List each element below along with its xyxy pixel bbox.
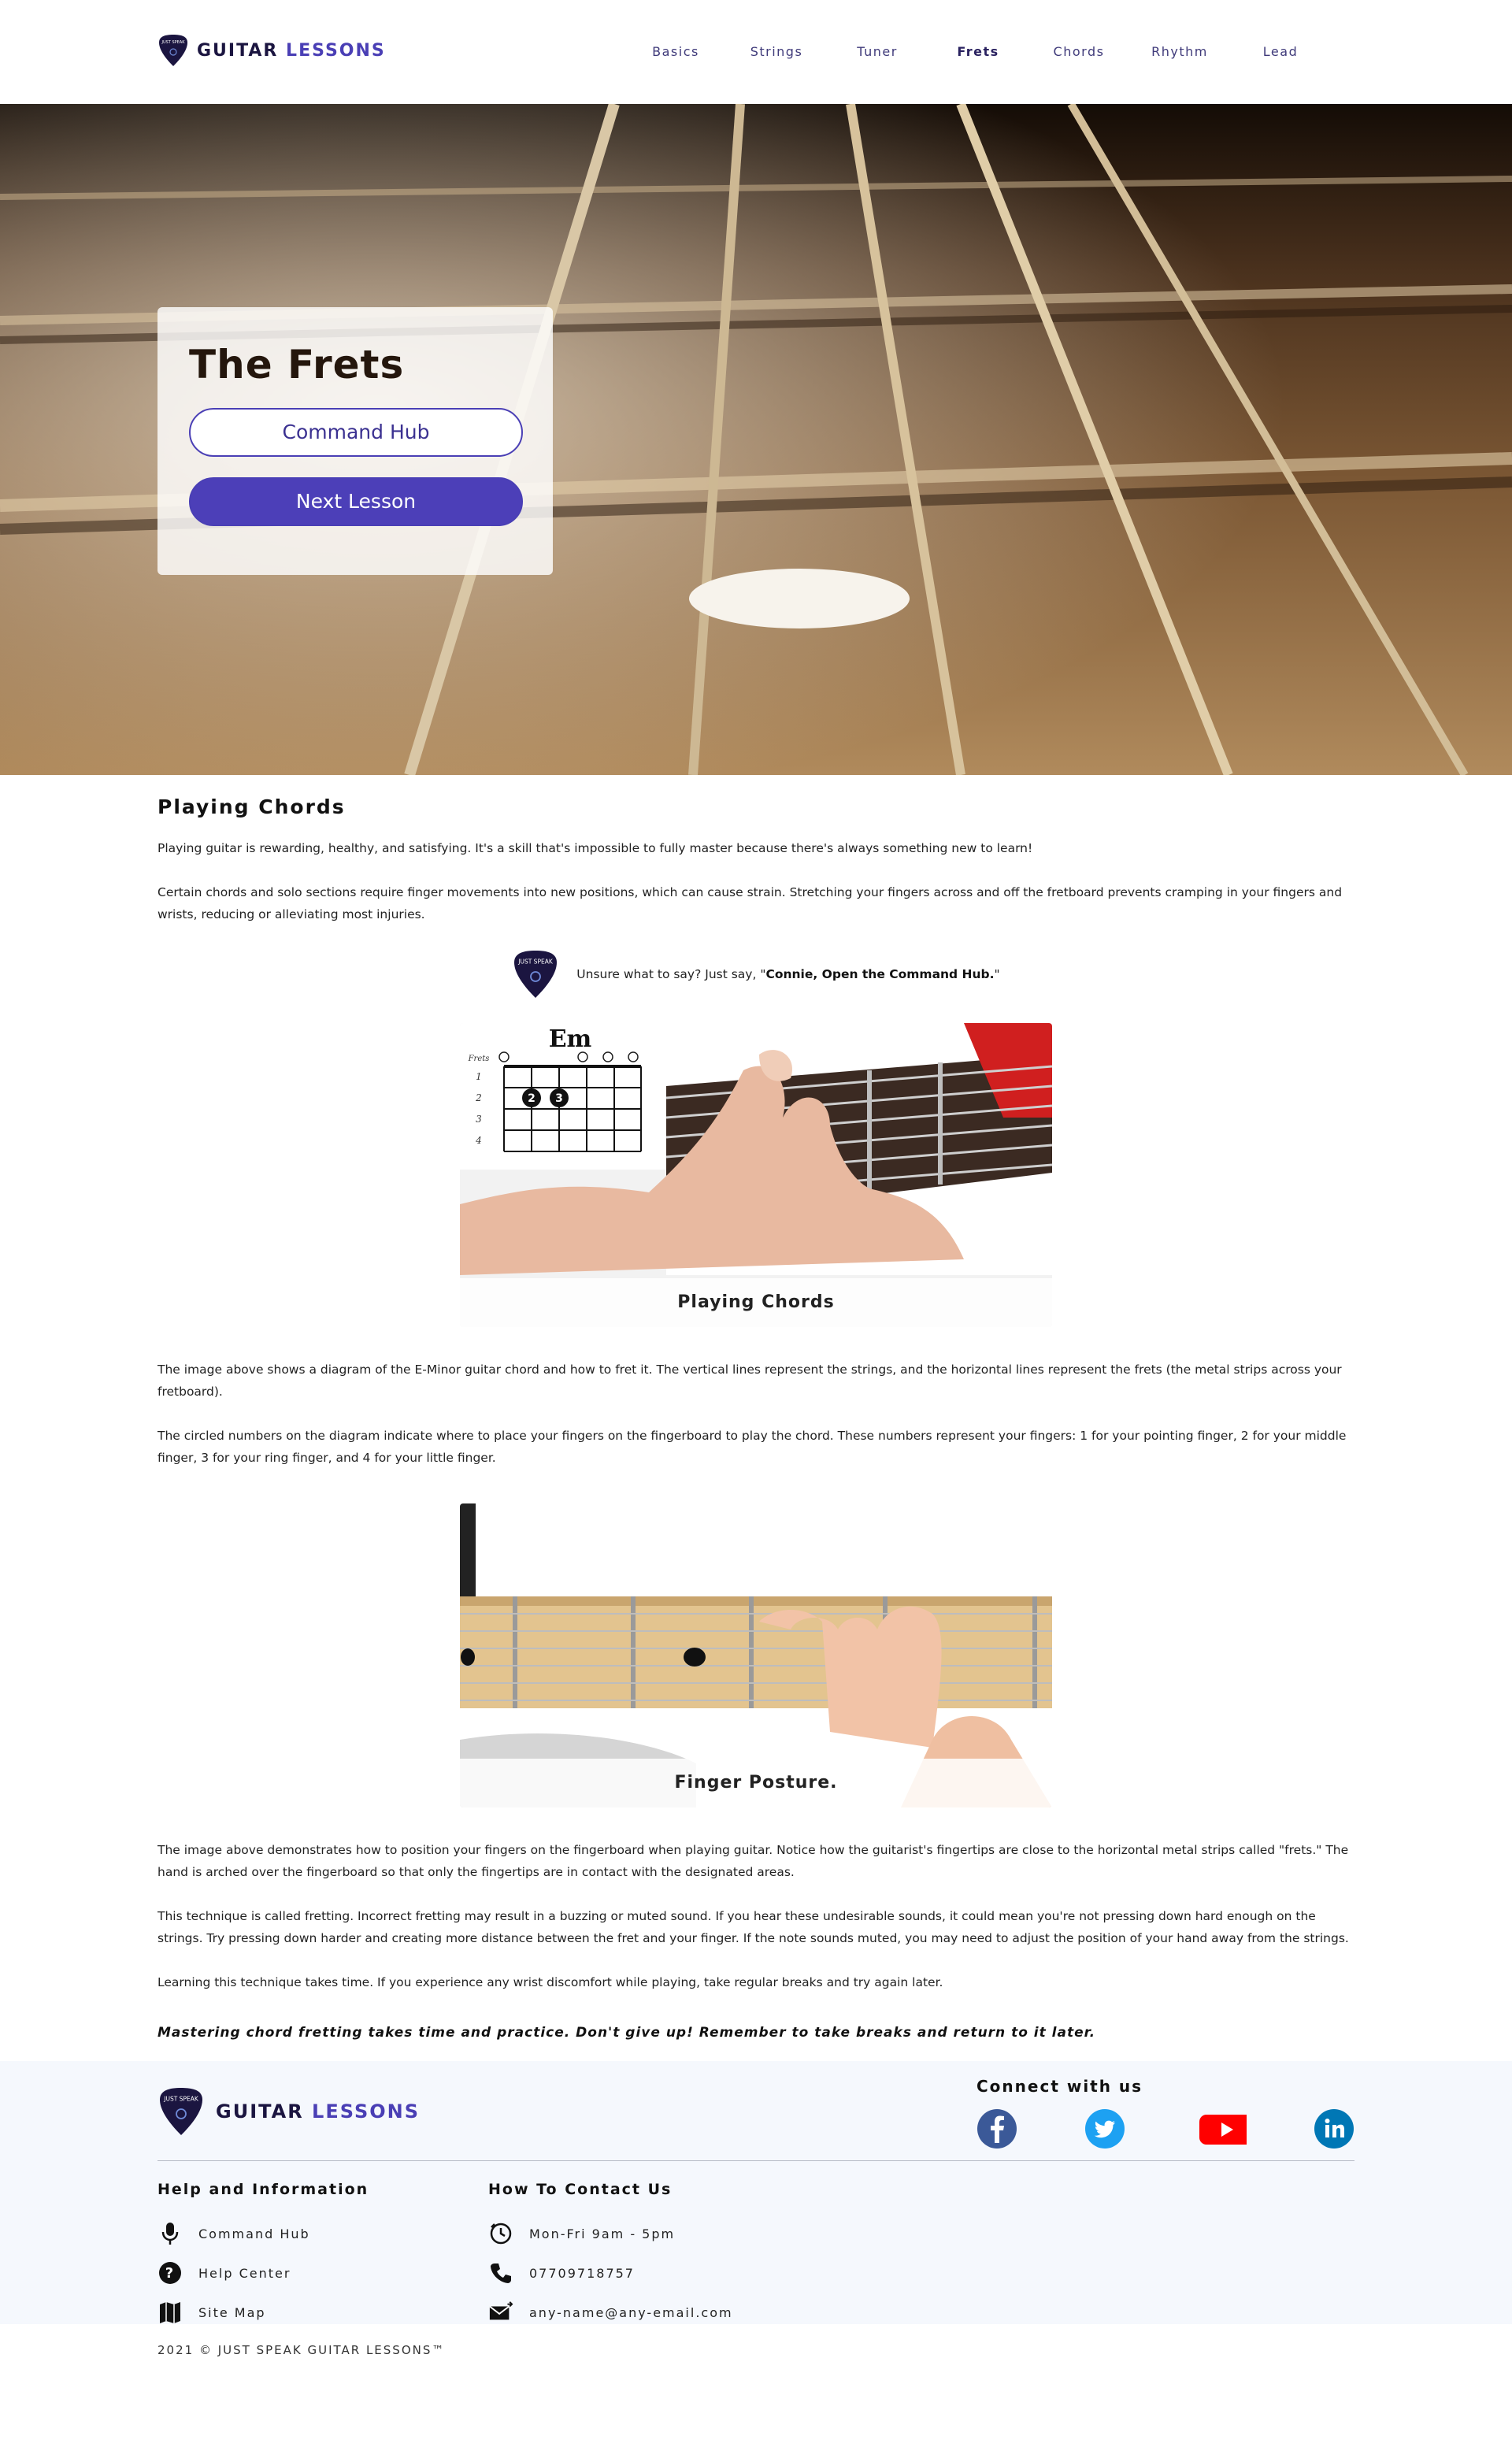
section-title: Playing Chords	[158, 795, 346, 818]
fret-number-3: 3	[476, 1114, 482, 1125]
chord-name-label: Em	[549, 1025, 592, 1053]
phone-icon	[488, 2260, 513, 2286]
site-logo[interactable]: JUST SPEAK GUITAR LESSONS	[158, 33, 386, 68]
logo-text: GUITAR LESSONS	[197, 41, 386, 61]
intro-paragraph-1: Playing guitar is rewarding, healthy, an…	[158, 841, 1033, 855]
contact-email[interactable]: any-name@any-email.com	[488, 2293, 819, 2332]
site-footer: JUST SPEAK GUITAR LESSONS Connect with u…	[0, 2061, 1512, 2324]
svg-text:JUST SPEAK: JUST SPEAK	[161, 40, 186, 45]
logo-text-accent: LESSONS	[286, 40, 386, 61]
nav-item-tuner[interactable]: Tuner	[827, 44, 928, 59]
nav-item-strings[interactable]: Strings	[726, 44, 827, 59]
contact-title: How To Contact Us	[488, 2181, 673, 2198]
nav-item-chords[interactable]: Chords	[1028, 44, 1129, 59]
svg-text:JUST SPEAK: JUST SPEAK	[163, 2096, 199, 2103]
fret-number-2: 2	[475, 1092, 482, 1103]
footer-logo[interactable]: JUST SPEAK GUITAR LESSONS	[158, 2085, 420, 2138]
figure-caption: Playing Chords	[460, 1278, 1052, 1327]
figure-caption: Finger Posture.	[460, 1759, 1052, 1807]
guitar-pick-logo-icon: JUST SPEAK	[160, 2088, 202, 2135]
svg-text:JUST SPEAK: JUST SPEAK	[518, 958, 554, 966]
nav-item-lead[interactable]: Lead	[1230, 44, 1331, 59]
finger-number-2: 2	[528, 1092, 536, 1105]
youtube-icon[interactable]	[1191, 2108, 1247, 2149]
twitter-icon[interactable]	[1084, 2108, 1125, 2149]
end-paragraph-2: This technique is called fretting. Incor…	[158, 1909, 1349, 1945]
page-title: The Frets	[189, 342, 405, 387]
contact-hours: Mon-Fri 9am - 5pm	[488, 2214, 819, 2253]
social-links	[976, 2108, 1354, 2149]
nav-item-frets[interactable]: Frets	[928, 44, 1028, 59]
connect-section: Connect with us	[976, 2077, 1354, 2149]
command-hub-button[interactable]: Command Hub	[189, 408, 523, 457]
end-paragraph-3: Learning this technique takes time. If y…	[158, 1975, 943, 1989]
next-lesson-button[interactable]: Next Lesson	[189, 477, 523, 526]
question-icon: ?	[158, 2260, 183, 2286]
contact-phone[interactable]: 07709718757	[488, 2253, 819, 2293]
footer-divider	[158, 2160, 1354, 2161]
footer-link-label: Command Hub	[198, 2226, 310, 2241]
help-title: Help and Information	[158, 2181, 369, 2198]
footer-link-label: Site Map	[198, 2304, 266, 2320]
clock-icon	[488, 2221, 513, 2246]
logo-text-main: GUITAR	[197, 40, 279, 61]
chord-figure: Em Frets 1 2 3 4 2 3 Playing Chords	[460, 1023, 1052, 1327]
contact-column: How To Contact Us Mon-Fri 9am - 5pm 0770…	[488, 2181, 819, 2332]
footer-logo-text: GUITAR LESSONS	[216, 2100, 420, 2123]
footer-link-help-center[interactable]: ? Help Center	[158, 2253, 488, 2293]
finger-posture-figure: Finger Posture.	[460, 1503, 1052, 1807]
contact-phone-label: 07709718757	[529, 2265, 635, 2281]
hero-card: The Frets Command Hub Next Lesson	[158, 307, 553, 575]
email-icon	[488, 2300, 513, 2325]
footer-link-site-map[interactable]: Site Map	[158, 2293, 488, 2332]
copyright-text: 2021 © JUST SPEAK GUITAR LESSONS™	[158, 2343, 446, 2357]
tip-suffix: "	[994, 967, 1000, 981]
fret-number-1: 1	[476, 1071, 482, 1082]
nav-item-rhythm[interactable]: Rhythm	[1129, 44, 1230, 59]
tip-text: Unsure what to say? Just say, "Connie, O…	[576, 967, 999, 981]
lesson-content: Playing Chords Playing guitar is rewardi…	[0, 795, 1512, 2041]
svg-text:?: ?	[165, 2265, 175, 2282]
footer-link-label: Help Center	[198, 2265, 291, 2281]
guitar-pick-logo-icon: JUST SPEAK	[514, 951, 558, 998]
contact-hours-label: Mon-Fri 9am - 5pm	[529, 2226, 676, 2241]
middle-paragraph-1: The image above shows a diagram of the E…	[158, 1363, 1342, 1399]
middle-paragraph-2: The circled numbers on the diagram indic…	[158, 1429, 1347, 1465]
finger-number-3: 3	[555, 1092, 563, 1105]
tip-prefix: Unsure what to say? Just say, "	[576, 967, 766, 981]
footer-link-command-hub[interactable]: Command Hub	[158, 2214, 488, 2253]
hero-banner: The Frets Command Hub Next Lesson	[0, 104, 1512, 775]
facebook-icon[interactable]	[976, 2108, 1017, 2149]
contact-email-label: any-name@any-email.com	[529, 2304, 733, 2320]
intro-paragraph-2: Certain chords and solo sections require…	[158, 885, 1343, 921]
microphone-icon	[158, 2221, 183, 2246]
site-header: JUST SPEAK GUITAR LESSONS Basics Strings…	[0, 0, 1512, 104]
voice-command-tip: JUST SPEAK Unsure what to say? Just say,…	[158, 947, 1354, 1001]
linkedin-icon[interactable]	[1314, 2108, 1354, 2149]
footer-logo-main: GUITAR	[216, 2100, 304, 2123]
tip-command: Connie, Open the Command Hub.	[765, 967, 995, 981]
footer-columns: Help and Information Command Hub ? Help …	[158, 2181, 819, 2332]
frets-label: Frets	[468, 1055, 490, 1063]
nav-item-basics[interactable]: Basics	[625, 44, 726, 59]
connect-title: Connect with us	[976, 2077, 1143, 2096]
guitar-pick-logo-icon: JUST SPEAK	[159, 35, 187, 66]
end-paragraph-1: The image above demonstrates how to posi…	[158, 1843, 1349, 1879]
fret-number-4: 4	[475, 1135, 482, 1146]
main-nav: Basics Strings Tuner Frets Chords Rhythm…	[625, 44, 1331, 59]
footer-logo-accent: LESSONS	[312, 2100, 420, 2123]
help-column: Help and Information Command Hub ? Help …	[158, 2181, 488, 2332]
map-icon	[158, 2300, 183, 2325]
closing-quote: Mastering chord fretting takes time and …	[158, 2025, 1096, 2041]
